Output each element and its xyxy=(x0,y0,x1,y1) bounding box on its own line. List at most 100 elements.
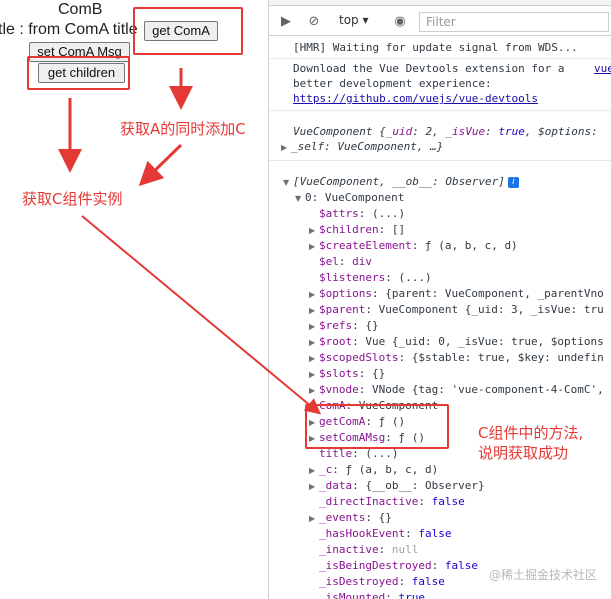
log-devtools-link[interactable]: https://github.com/vuejs/vue-devtools xyxy=(293,91,611,107)
highlight-get-coma xyxy=(133,7,243,55)
property-key: _data xyxy=(319,479,353,492)
property-row[interactable]: _isMounted: true xyxy=(309,590,611,599)
property-key: _isBeingDestroyed xyxy=(319,559,432,572)
devtools-panel: ▶ ⊘ top ▾ ◉ [HMR] Waiting for update sig… xyxy=(268,0,611,599)
property-key: $root xyxy=(319,335,353,348)
property-key: $scopedSlots xyxy=(319,351,399,364)
property-value: {} xyxy=(372,367,386,380)
property-row[interactable]: $listeners: (...) xyxy=(309,270,611,286)
expand-triangle-icon[interactable]: ▶ xyxy=(309,287,319,303)
expand-triangle-icon[interactable]: ▶ xyxy=(309,463,319,479)
annotation-methods-note-1: C组件中的方法, xyxy=(478,424,584,442)
property-row[interactable]: ▶ _events: {} xyxy=(309,510,611,527)
expand-triangle-icon[interactable]: ▶ xyxy=(309,511,319,527)
annotation-get-c-instance: 获取C组件实例 xyxy=(22,190,123,208)
property-colon: : xyxy=(431,559,445,572)
expand-triangle-icon[interactable]: ▶ xyxy=(281,140,291,156)
property-row[interactable]: ▶ $children: [] xyxy=(309,222,611,239)
log-separator xyxy=(269,160,611,161)
expand-triangle-icon[interactable]: ▶ xyxy=(309,223,319,239)
watermark: @稀土掘金技术社区 xyxy=(488,568,597,582)
expand-triangle-icon[interactable]: ▶ xyxy=(309,335,319,351)
property-row[interactable]: _hasHookEvent: false xyxy=(309,526,611,542)
property-value: ƒ (a, b, c, d) xyxy=(424,239,518,252)
property-colon: : xyxy=(358,383,372,396)
log-item-0[interactable]: ▼ 0: VueComponent xyxy=(295,190,611,207)
property-value: {parent: VueComponent, _parentVno xyxy=(385,287,604,300)
log-vue-component-line-2[interactable]: ▶ _self: VueComponent, …} xyxy=(281,139,611,156)
property-row[interactable]: ▶ $root: Vue {_uid: 0, _isVue: true, $opt… xyxy=(309,334,611,351)
comb-heading: ComB xyxy=(58,1,103,18)
property-colon: : xyxy=(365,303,379,316)
property-value: {} xyxy=(378,511,392,524)
property-key: $slots xyxy=(319,367,359,380)
property-row[interactable]: ▶ _c: ƒ (a, b, c, d) xyxy=(309,462,611,479)
clear-console-icon[interactable]: ⊘ xyxy=(305,13,323,31)
log-hmr: [HMR] Waiting for update signal from WDS… xyxy=(293,41,578,54)
property-colon: : xyxy=(358,207,372,220)
log-devtools-line-1: Download the Vue Devtools extension for … xyxy=(293,61,611,77)
property-value: VNode {tag: 'vue-component-4-ComC', xyxy=(372,383,604,396)
log-devtools-line-2: better development experience: xyxy=(293,77,492,90)
property-row[interactable]: ▶ _data: {__ob__: Observer} xyxy=(309,478,611,495)
property-value: false xyxy=(411,575,445,588)
property-value: (...) xyxy=(372,207,406,220)
property-value: {} xyxy=(365,319,379,332)
property-row[interactable]: ▶ $scopedSlots: {$stable: true, $key: und… xyxy=(309,350,611,367)
filter-input[interactable] xyxy=(419,12,609,32)
expand-triangle-icon[interactable]: ▶ xyxy=(309,367,319,383)
log-separator xyxy=(269,58,611,59)
log-children-array[interactable]: ▼ [VueComponent, __ob__: Observer] i xyxy=(283,174,611,191)
property-colon: : xyxy=(352,335,366,348)
property-key: _directInactive xyxy=(319,495,419,508)
expand-triangle-icon[interactable]: ▶ xyxy=(309,303,319,319)
property-colon: : xyxy=(378,543,392,556)
property-value: div xyxy=(352,255,372,268)
property-key: $createElement xyxy=(319,239,412,252)
property-key: $attrs xyxy=(319,207,359,220)
property-row[interactable]: ▶ $vnode: VNode {tag: 'vue-component-4-Co… xyxy=(309,382,611,399)
property-key: _isDestroyed xyxy=(319,575,399,588)
property-colon: : xyxy=(405,527,419,540)
property-key: $options xyxy=(319,287,372,300)
property-row[interactable]: ▶ $slots: {} xyxy=(309,366,611,383)
property-key: _hasHookEvent xyxy=(319,527,406,540)
property-key: $listeners xyxy=(319,271,386,284)
property-row[interactable]: ▶ $options: {parent: VueComponent, _paren… xyxy=(309,286,611,303)
property-colon: : xyxy=(371,287,386,300)
property-value: ƒ (a, b, c, d) xyxy=(345,463,439,476)
log-vue-component-line-1[interactable]: VueComponent {_uid: 2, _isVue: true, $op… xyxy=(293,124,611,140)
context-select[interactable]: top ▾ xyxy=(339,13,369,27)
property-colon: : xyxy=(358,367,372,380)
property-row[interactable]: ▶ $createElement: ƒ (a, b, c, d) xyxy=(309,238,611,255)
collapse-triangle-icon[interactable]: ▼ xyxy=(295,191,305,207)
property-key: $children xyxy=(319,223,379,236)
coma-title-text: tle : from ComA title xyxy=(0,21,138,38)
expand-triangle-icon[interactable]: ▶ xyxy=(309,319,319,335)
property-row[interactable]: ▶ $parent: VueComponent {_uid: 3, _isVue:… xyxy=(309,302,611,319)
highlight-get-children xyxy=(27,56,130,90)
property-row[interactable]: _directInactive: false xyxy=(309,494,611,510)
expand-triangle-icon[interactable]: ▶ xyxy=(309,479,319,495)
property-key: _isMounted xyxy=(319,591,386,599)
expand-triangle-icon[interactable]: ▶ xyxy=(309,239,319,255)
property-colon: : xyxy=(352,479,366,492)
expand-triangle-icon[interactable]: ▶ xyxy=(309,351,319,367)
property-colon: : xyxy=(352,319,366,332)
annotation-add-c: 获取A的同时添加C xyxy=(120,120,246,138)
property-row[interactable]: $el: div xyxy=(309,254,611,270)
property-colon: : xyxy=(398,351,412,364)
collapse-triangle-icon[interactable]: ▼ xyxy=(283,175,293,191)
property-value: Vue {_uid: 0, _isVue: true, $options xyxy=(365,335,604,348)
sidebar-toggle-icon[interactable]: ▶ xyxy=(277,13,295,31)
property-value: true xyxy=(398,591,425,599)
property-row[interactable]: _inactive: null xyxy=(309,542,611,558)
property-row[interactable]: ▶ $refs: {} xyxy=(309,318,611,335)
expand-triangle-icon[interactable]: ▶ xyxy=(309,383,319,399)
property-row[interactable]: $attrs: (...) xyxy=(309,206,611,222)
log-source-link[interactable]: vue xyxy=(594,61,611,77)
property-value: false xyxy=(418,527,452,540)
property-key: $parent xyxy=(319,303,366,316)
property-colon: : xyxy=(365,511,379,524)
eye-icon[interactable]: ◉ xyxy=(391,13,409,31)
